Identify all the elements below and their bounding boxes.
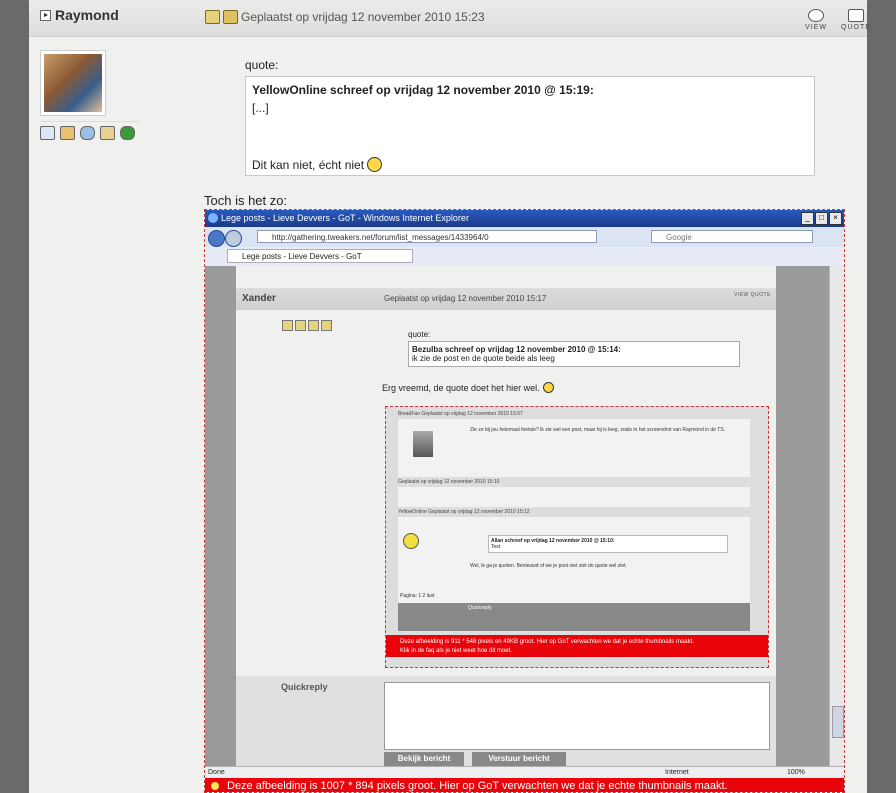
preview-button: Bekijk bericht bbox=[384, 752, 464, 766]
users-icon[interactable] bbox=[80, 126, 95, 140]
inner-quote: Bezulba schreef op vrijdag 12 november 2… bbox=[408, 341, 740, 367]
picture-icon[interactable] bbox=[60, 126, 75, 140]
nested-page: BreadFan Geplaatst op vrijdag 12 novembe… bbox=[398, 409, 750, 631]
user-icons bbox=[40, 126, 135, 140]
page-margin-left bbox=[0, 0, 29, 793]
post-meta: Geplaatst op vrijdag 12 november 2010 15… bbox=[205, 10, 485, 24]
ie-logo-icon bbox=[208, 213, 218, 223]
eye-icon bbox=[808, 9, 824, 22]
quickreply-textarea bbox=[384, 682, 770, 750]
inner-posted: Geplaatst op vrijdag 12 november 2010 15… bbox=[384, 294, 547, 303]
ie-search: Google bbox=[651, 230, 813, 243]
clover-icon[interactable] bbox=[120, 126, 135, 140]
ie-scrollbar bbox=[829, 266, 844, 766]
inner-quickreply: Quickreply Bekijk bericht Verstuur beric… bbox=[236, 676, 776, 766]
ie-address-bar: http://gathering.tweakers.net/forum/list… bbox=[205, 227, 844, 248]
inner-body: Erg vreemd, de quote doet het hier wel. bbox=[382, 382, 554, 393]
quickreply-label: Quickreply bbox=[281, 682, 328, 692]
divider bbox=[40, 121, 140, 122]
nested-quickreply: Quickreply bbox=[398, 603, 750, 631]
quote-button[interactable]: QUOTE bbox=[840, 9, 872, 31]
post-text: Toch is het zo: bbox=[204, 193, 288, 208]
bulb-icon bbox=[403, 533, 419, 549]
nested-pages: Pagina: 1 2 last bbox=[400, 593, 435, 599]
thumbnail-warning-text: Deze afbeelding is 1007 * 894 pixels gro… bbox=[227, 780, 728, 792]
quote-box: YellowOnline schreef op vrijdag 12 novem… bbox=[245, 76, 815, 176]
inner-user-icons bbox=[282, 320, 332, 331]
minimize-icon: _ bbox=[801, 212, 814, 225]
inner-author: Xander bbox=[242, 293, 276, 304]
inner-actions: VIEW QUOTE bbox=[734, 292, 771, 298]
inner-icon-1 bbox=[282, 320, 293, 331]
post-icon bbox=[205, 10, 220, 24]
inner-quote-author: Bezulba schreef op vrijdag 12 november 2… bbox=[412, 345, 621, 354]
expand-toggle-icon[interactable] bbox=[40, 9, 51, 21]
avatar[interactable] bbox=[40, 50, 106, 116]
nested-warning-2: Klik in de faq als je niet weet hoe dit … bbox=[400, 648, 513, 654]
quote-label: quote: bbox=[245, 58, 279, 72]
ie-title-bar: Lege posts - Lieve Devvers - GoT - Windo… bbox=[205, 210, 844, 227]
inner-quote-label: quote: bbox=[408, 330, 431, 339]
inner-post-header: Xander Geplaatst op vrijdag 12 november … bbox=[236, 288, 776, 310]
posted-date: Geplaatst op vrijdag 12 november 2010 15… bbox=[241, 10, 485, 24]
nested-warning-1: Deze afbeelding is 911 * 548 pixels en 4… bbox=[400, 639, 694, 645]
home-icon[interactable] bbox=[100, 126, 115, 140]
nested-warning: Deze afbeelding is 911 * 548 pixels en 4… bbox=[386, 635, 768, 657]
page-margin-right bbox=[867, 0, 896, 793]
nested-quote: Allan schreef op vrijdag 12 november 201… bbox=[488, 535, 728, 553]
inner-smiley-icon bbox=[542, 382, 554, 393]
quote-last-text: Dit kan niet, écht niet bbox=[252, 157, 365, 172]
nested-text-1: Zie ze bij jou helemaal foetsie? Ik zie … bbox=[470, 427, 726, 433]
send-button: Verstuur bericht bbox=[472, 752, 566, 766]
quote-last-line: Dit kan niet, écht niet bbox=[252, 157, 383, 172]
nested-row: BreadFan Geplaatst op vrijdag 12 novembe… bbox=[398, 409, 750, 419]
ie-status-bar: Done Internet 100% bbox=[205, 766, 844, 778]
warning-icon bbox=[211, 782, 219, 790]
inner-icon-4 bbox=[321, 320, 332, 331]
view-button[interactable]: VIEW bbox=[800, 9, 832, 31]
post-actions: VIEW QUOTE bbox=[800, 9, 872, 31]
embedded-screenshot[interactable]: Lege posts - Lieve Devvers - GoT - Windo… bbox=[204, 209, 845, 793]
inner-page: Xander Geplaatst op vrijdag 12 november … bbox=[236, 266, 776, 766]
inner-quote-text: ik zie de post en de quote beide als lee… bbox=[412, 354, 555, 363]
inner-icon-2 bbox=[295, 320, 306, 331]
window-buttons: _ □ × bbox=[801, 212, 842, 225]
quote-icon bbox=[848, 9, 864, 22]
profile-card-icon[interactable] bbox=[40, 126, 55, 140]
close-icon: × bbox=[829, 212, 842, 225]
ie-tab: Lege posts - Lieve Devvers - GoT bbox=[227, 249, 413, 263]
post-author[interactable]: Raymond bbox=[40, 7, 119, 23]
edit-icon bbox=[223, 10, 238, 24]
forward-icon bbox=[225, 230, 242, 247]
smiley-icon bbox=[367, 157, 383, 172]
quote-ellipsis: [...] bbox=[252, 101, 269, 115]
thumbnail-warning[interactable]: Deze afbeelding is 1007 * 894 pixels gro… bbox=[205, 778, 844, 792]
inner-icon-3 bbox=[308, 320, 319, 331]
nested-avatar bbox=[413, 431, 433, 457]
nested-row: YellowOnline Geplaatst op vrijdag 12 nov… bbox=[398, 507, 750, 517]
ie-content: Xander Geplaatst op vrijdag 12 november … bbox=[205, 266, 829, 766]
maximize-icon: □ bbox=[815, 212, 828, 225]
ie-url: http://gathering.tweakers.net/forum/list… bbox=[257, 230, 597, 243]
inner-body-text: Erg vreemd, de quote doet het hier wel. bbox=[382, 382, 540, 393]
quote-label: QUOTE bbox=[841, 24, 871, 31]
status-done: Done bbox=[208, 769, 225, 776]
back-icon bbox=[208, 230, 225, 247]
nested-screenshot: BreadFan Geplaatst op vrijdag 12 novembe… bbox=[385, 406, 769, 668]
ie-window-title: Lege posts - Lieve Devvers - GoT - Windo… bbox=[221, 213, 469, 223]
quote-author: YellowOnline schreef op vrijdag 12 novem… bbox=[252, 83, 594, 97]
nested-quote-text: Test bbox=[491, 544, 501, 550]
nested-text-2: Wel, ik ga je quoten. Benieuwd of we je … bbox=[470, 563, 627, 569]
ie-tabs: Lege posts - Lieve Devvers - GoT bbox=[205, 247, 844, 267]
view-label: VIEW bbox=[805, 24, 827, 31]
author-name[interactable]: Raymond bbox=[55, 7, 119, 23]
nested-row: Geplaatst op vrijdag 12 november 2010 15… bbox=[398, 477, 750, 487]
